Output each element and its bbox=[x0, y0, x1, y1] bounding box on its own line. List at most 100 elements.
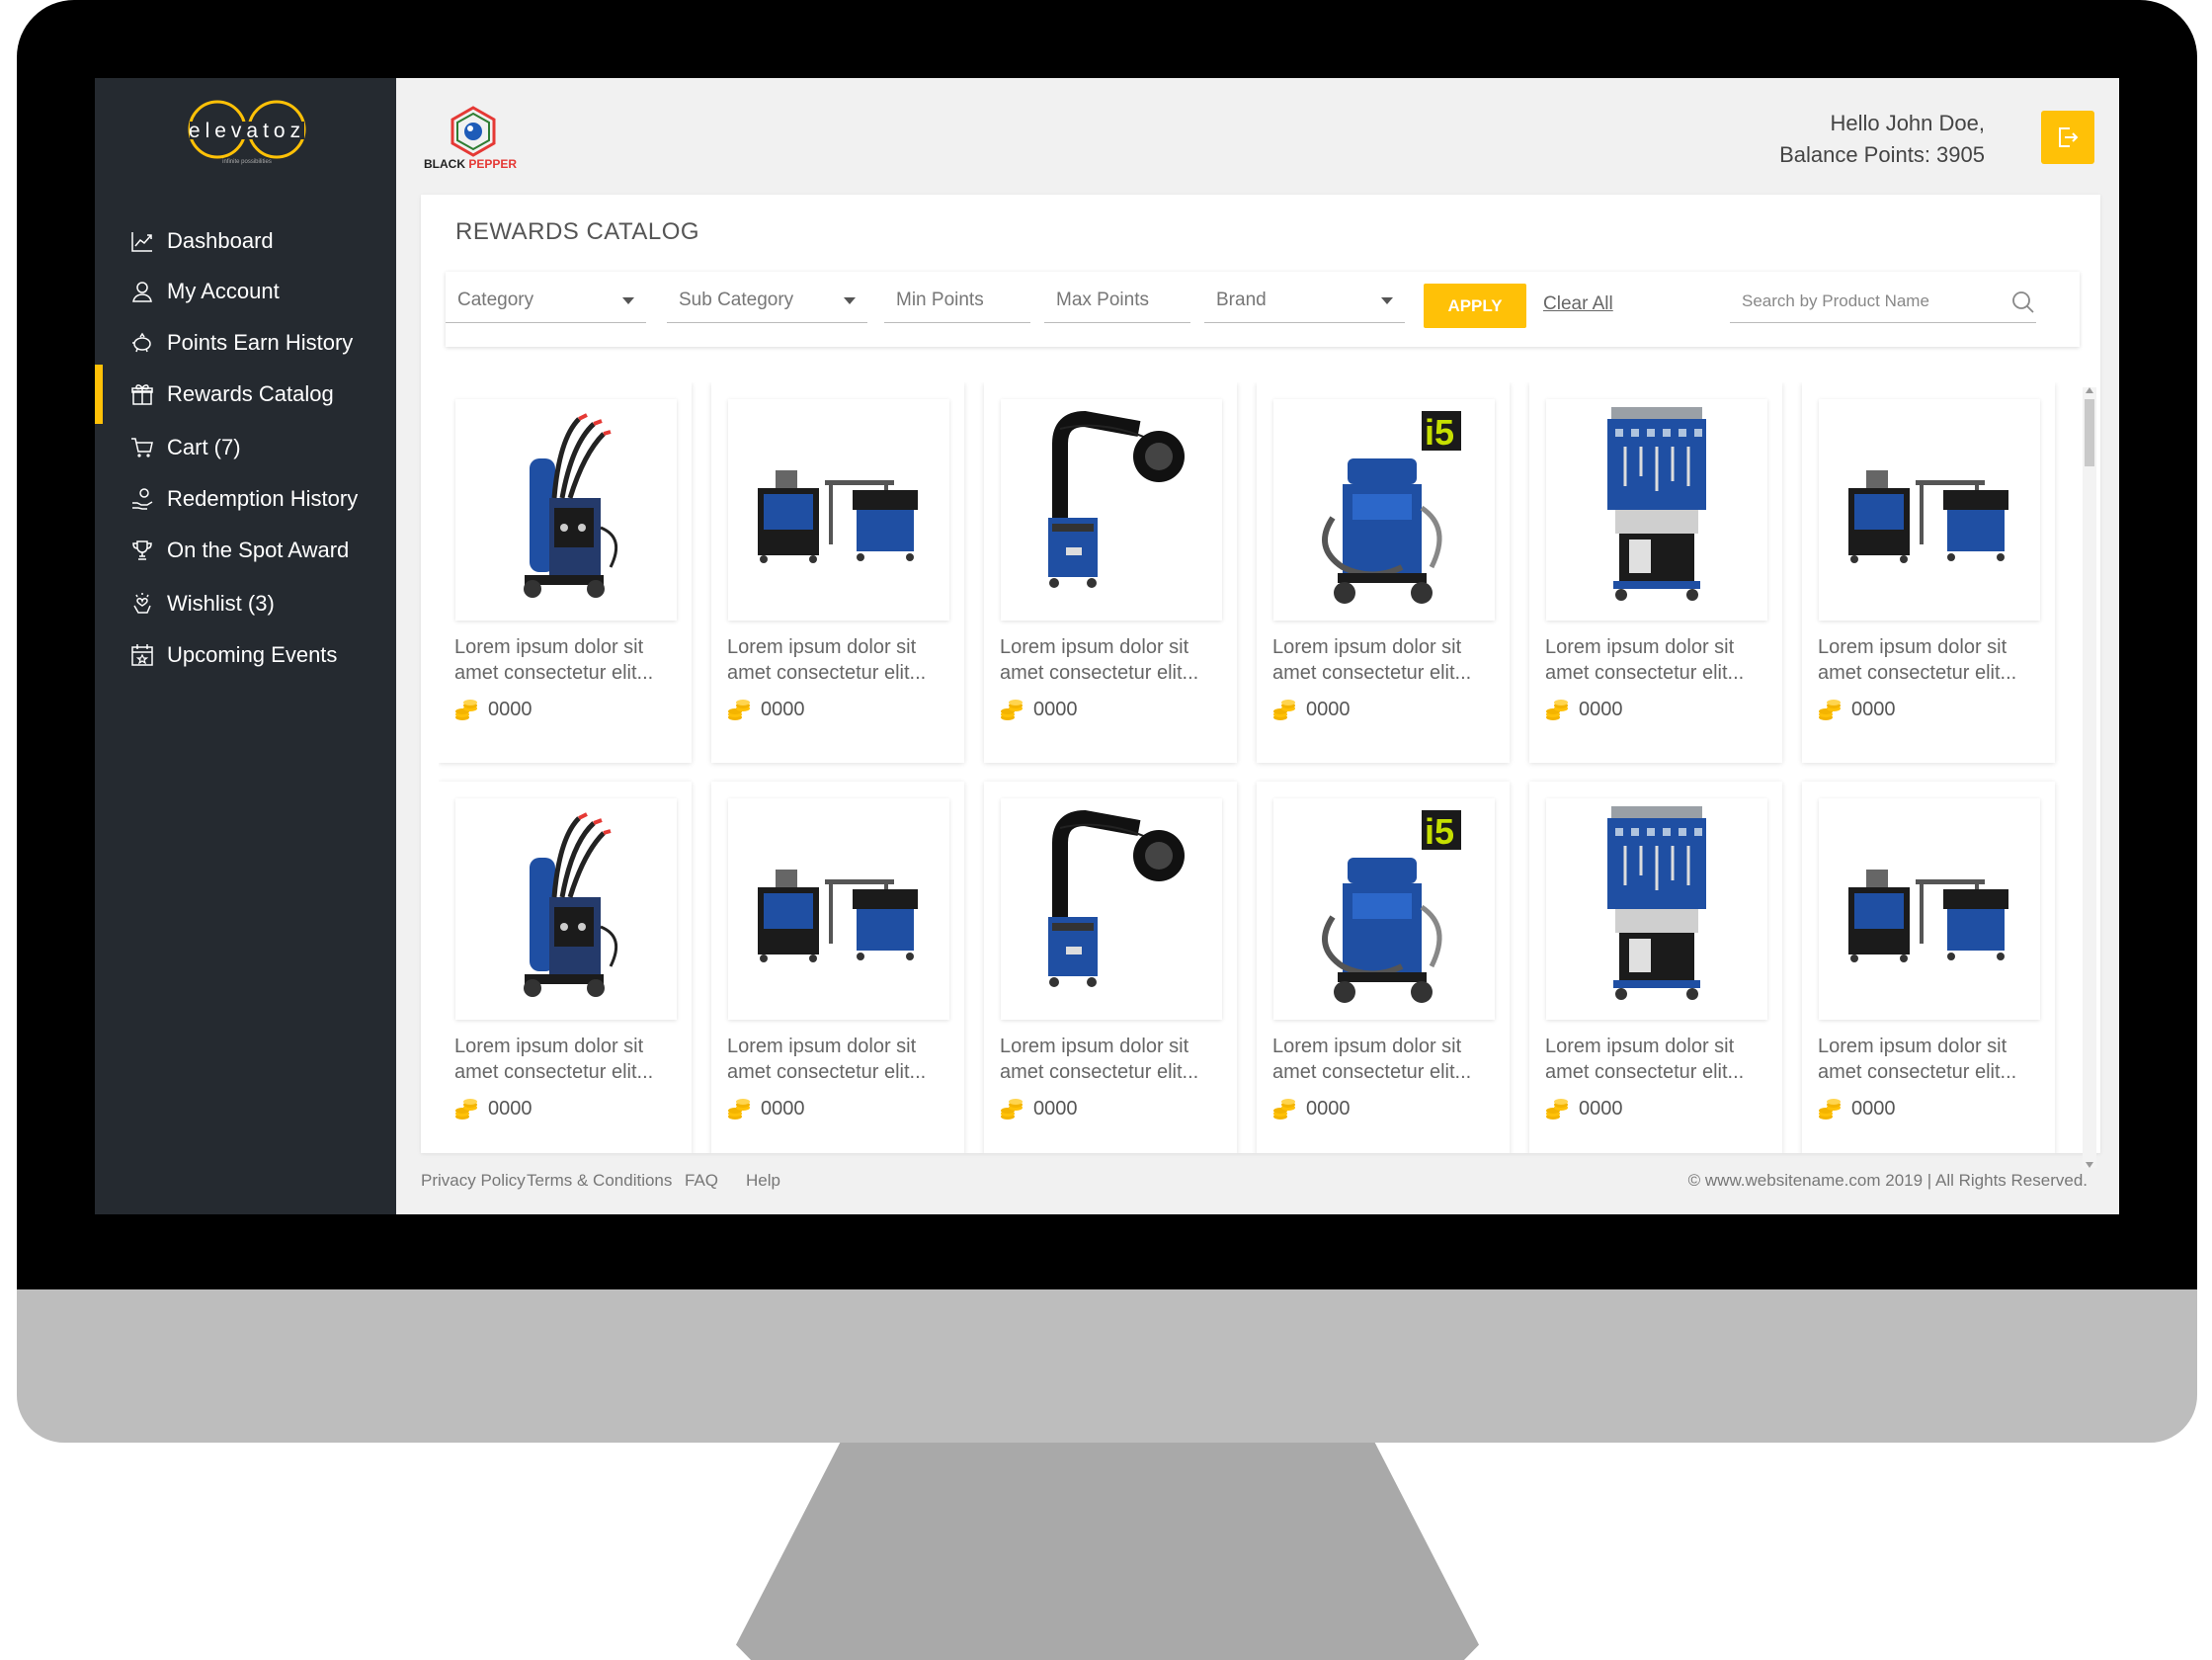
monitor-chin bbox=[17, 1289, 2197, 1443]
product-grid: Lorem ipsum dolor sit amet consectetur e… bbox=[439, 382, 2077, 1153]
product-title[interactable]: Lorem ipsum dolor sit amet consectetur e… bbox=[1000, 1034, 1225, 1085]
workstation-set-image bbox=[1848, 470, 2008, 563]
footer-link-terms[interactable]: Terms & Conditions bbox=[527, 1171, 672, 1191]
trophy-icon bbox=[129, 538, 155, 563]
calendar-icon bbox=[129, 642, 155, 668]
user-icon bbox=[129, 279, 155, 304]
sidebar-item-my-account[interactable]: My Account bbox=[95, 262, 396, 321]
search-icon[interactable] bbox=[2010, 290, 2036, 315]
brand-select[interactable]: Brand bbox=[1204, 286, 1405, 323]
category-select[interactable]: Category bbox=[446, 286, 646, 323]
points-value: 0000 bbox=[1306, 699, 1351, 720]
scroll-up-icon[interactable] bbox=[2086, 387, 2093, 393]
max-points-input[interactable]: Max Points bbox=[1044, 286, 1190, 323]
product-image[interactable] bbox=[1546, 399, 1767, 621]
black-pepper-logo[interactable]: BLACK PEPPER bbox=[424, 106, 533, 175]
sub-category-select[interactable]: Sub Category bbox=[667, 286, 867, 323]
points-value: 0000 bbox=[488, 1098, 533, 1120]
min-points-input[interactable]: Min Points bbox=[884, 286, 1030, 323]
tool-board-station-image bbox=[1607, 806, 1706, 1000]
points-value: 0000 bbox=[1033, 699, 1078, 720]
product-points: 0000 bbox=[727, 699, 805, 721]
product-card[interactable]: Lorem ipsum dolor sit amet consectetur e… bbox=[984, 782, 1237, 1153]
footer-link-faq[interactable]: FAQ bbox=[685, 1171, 718, 1191]
search-placeholder: Search by Product Name bbox=[1742, 291, 1929, 310]
product-image[interactable] bbox=[728, 399, 949, 621]
logo-tagline: infinite possibilities bbox=[222, 159, 272, 165]
sidebar-item-cart[interactable]: Cart (7) bbox=[95, 418, 396, 477]
main-area: BLACK PEPPER Hello John Doe, Balance Poi… bbox=[396, 78, 2119, 1214]
product-points: 0000 bbox=[1818, 1098, 1896, 1120]
clear-all-link[interactable]: Clear All bbox=[1543, 293, 1613, 315]
footer-link-privacy-policy[interactable]: Privacy Policy bbox=[421, 1171, 526, 1191]
scrollbar[interactable] bbox=[2083, 387, 2096, 1168]
product-points: 0000 bbox=[1000, 699, 1078, 721]
product-card[interactable]: Lorem ipsum dolor sit amet consectetur e… bbox=[439, 782, 692, 1153]
sidebar-item-label: Dashboard bbox=[167, 228, 274, 253]
product-card[interactable]: Lorem ipsum dolor sit amet consectetur e… bbox=[439, 382, 692, 763]
scroll-thumb[interactable] bbox=[2085, 399, 2094, 466]
chevron-down-icon bbox=[844, 297, 856, 304]
svg-text:i5: i5 bbox=[1425, 811, 1454, 852]
sidebar-item-redemption-history[interactable]: Redemption History bbox=[95, 469, 396, 529]
search-input[interactable]: Search by Product Name bbox=[1730, 286, 2036, 323]
product-title[interactable]: Lorem ipsum dolor sit amet consectetur e… bbox=[1818, 1034, 2043, 1085]
product-title[interactable]: Lorem ipsum dolor sit amet consectetur e… bbox=[727, 634, 952, 686]
spot-welder-i5-image: i5 bbox=[1322, 810, 1461, 1003]
welding-machine-image bbox=[524, 413, 618, 598]
product-card[interactable]: Lorem ipsum dolor sit amet consectetur e… bbox=[711, 382, 964, 763]
product-image[interactable]: i5 bbox=[1273, 798, 1495, 1020]
product-card[interactable]: i5 Lorem ipsum dolor sit amet consectetu… bbox=[1257, 782, 1510, 1153]
hand-coin-icon bbox=[129, 486, 155, 512]
workstation-set-image bbox=[758, 870, 918, 962]
product-card[interactable]: i5 Lorem ipsum dolor sit amet consectetu… bbox=[1257, 382, 1510, 763]
product-image[interactable] bbox=[1819, 399, 2040, 621]
product-card[interactable]: Lorem ipsum dolor sit amet consectetur e… bbox=[711, 782, 964, 1153]
coin-icon bbox=[1819, 1098, 1841, 1120]
product-image[interactable]: i5 bbox=[1273, 399, 1495, 621]
fume-extractor-image bbox=[1048, 809, 1185, 987]
footer: Privacy Policy Terms & Conditions FAQ He… bbox=[396, 1155, 2119, 1214]
product-title[interactable]: Lorem ipsum dolor sit amet consectetur e… bbox=[1272, 1034, 1498, 1085]
product-image[interactable] bbox=[1819, 798, 2040, 1020]
sidebar-item-upcoming-events[interactable]: Upcoming Events bbox=[95, 625, 396, 685]
product-points: 0000 bbox=[1545, 1098, 1623, 1120]
points-value: 0000 bbox=[761, 1098, 805, 1120]
product-image[interactable] bbox=[1001, 798, 1222, 1020]
sidebar-item-label: Redemption History bbox=[167, 486, 359, 511]
coin-icon bbox=[1001, 699, 1023, 720]
sidebar-item-on-the-spot-award[interactable]: On the Spot Award bbox=[95, 521, 396, 580]
sidebar-item-label: Rewards Catalog bbox=[167, 381, 334, 406]
footer-link-help[interactable]: Help bbox=[746, 1171, 780, 1191]
sidebar-item-points-earn-history[interactable]: Points Earn History bbox=[95, 313, 396, 373]
product-image[interactable] bbox=[455, 399, 677, 621]
product-title[interactable]: Lorem ipsum dolor sit amet consectetur e… bbox=[454, 634, 680, 686]
product-card[interactable]: Lorem ipsum dolor sit amet consectetur e… bbox=[1529, 382, 1782, 763]
logout-button[interactable] bbox=[2041, 111, 2094, 164]
product-title[interactable]: Lorem ipsum dolor sit amet consectetur e… bbox=[454, 1034, 680, 1085]
product-image[interactable] bbox=[1001, 399, 1222, 621]
product-image[interactable] bbox=[1546, 798, 1767, 1020]
sidebar-item-wishlist[interactable]: Wishlist (3) bbox=[95, 574, 396, 633]
product-card[interactable]: Lorem ipsum dolor sit amet consectetur e… bbox=[984, 382, 1237, 763]
product-card[interactable]: Lorem ipsum dolor sit amet consectetur e… bbox=[1529, 782, 1782, 1153]
product-title[interactable]: Lorem ipsum dolor sit amet consectetur e… bbox=[1545, 1034, 1770, 1085]
min-points-placeholder: Min Points bbox=[896, 290, 984, 310]
elevatoz-logo[interactable]: elevatoz infinite possibilities bbox=[182, 100, 312, 175]
product-title[interactable]: Lorem ipsum dolor sit amet consectetur e… bbox=[1545, 634, 1770, 686]
product-title[interactable]: Lorem ipsum dolor sit amet consectetur e… bbox=[1272, 634, 1498, 686]
product-title[interactable]: Lorem ipsum dolor sit amet consectetur e… bbox=[1000, 634, 1225, 686]
points-value: 0000 bbox=[761, 699, 805, 720]
product-title[interactable]: Lorem ipsum dolor sit amet consectetur e… bbox=[1818, 634, 2043, 686]
coin-icon bbox=[728, 1098, 750, 1120]
product-title[interactable]: Lorem ipsum dolor sit amet consectetur e… bbox=[727, 1034, 952, 1085]
product-image[interactable] bbox=[455, 798, 677, 1020]
logout-icon bbox=[2059, 127, 2079, 147]
points-value: 0000 bbox=[1851, 1098, 1896, 1120]
sidebar-item-rewards-catalog[interactable]: Rewards Catalog bbox=[95, 365, 396, 424]
apply-button[interactable]: APPLY bbox=[1424, 284, 1526, 328]
product-card[interactable]: Lorem ipsum dolor sit amet consectetur e… bbox=[1802, 382, 2055, 763]
product-points: 0000 bbox=[727, 1098, 805, 1120]
product-card[interactable]: Lorem ipsum dolor sit amet consectetur e… bbox=[1802, 782, 2055, 1153]
product-image[interactable] bbox=[728, 798, 949, 1020]
